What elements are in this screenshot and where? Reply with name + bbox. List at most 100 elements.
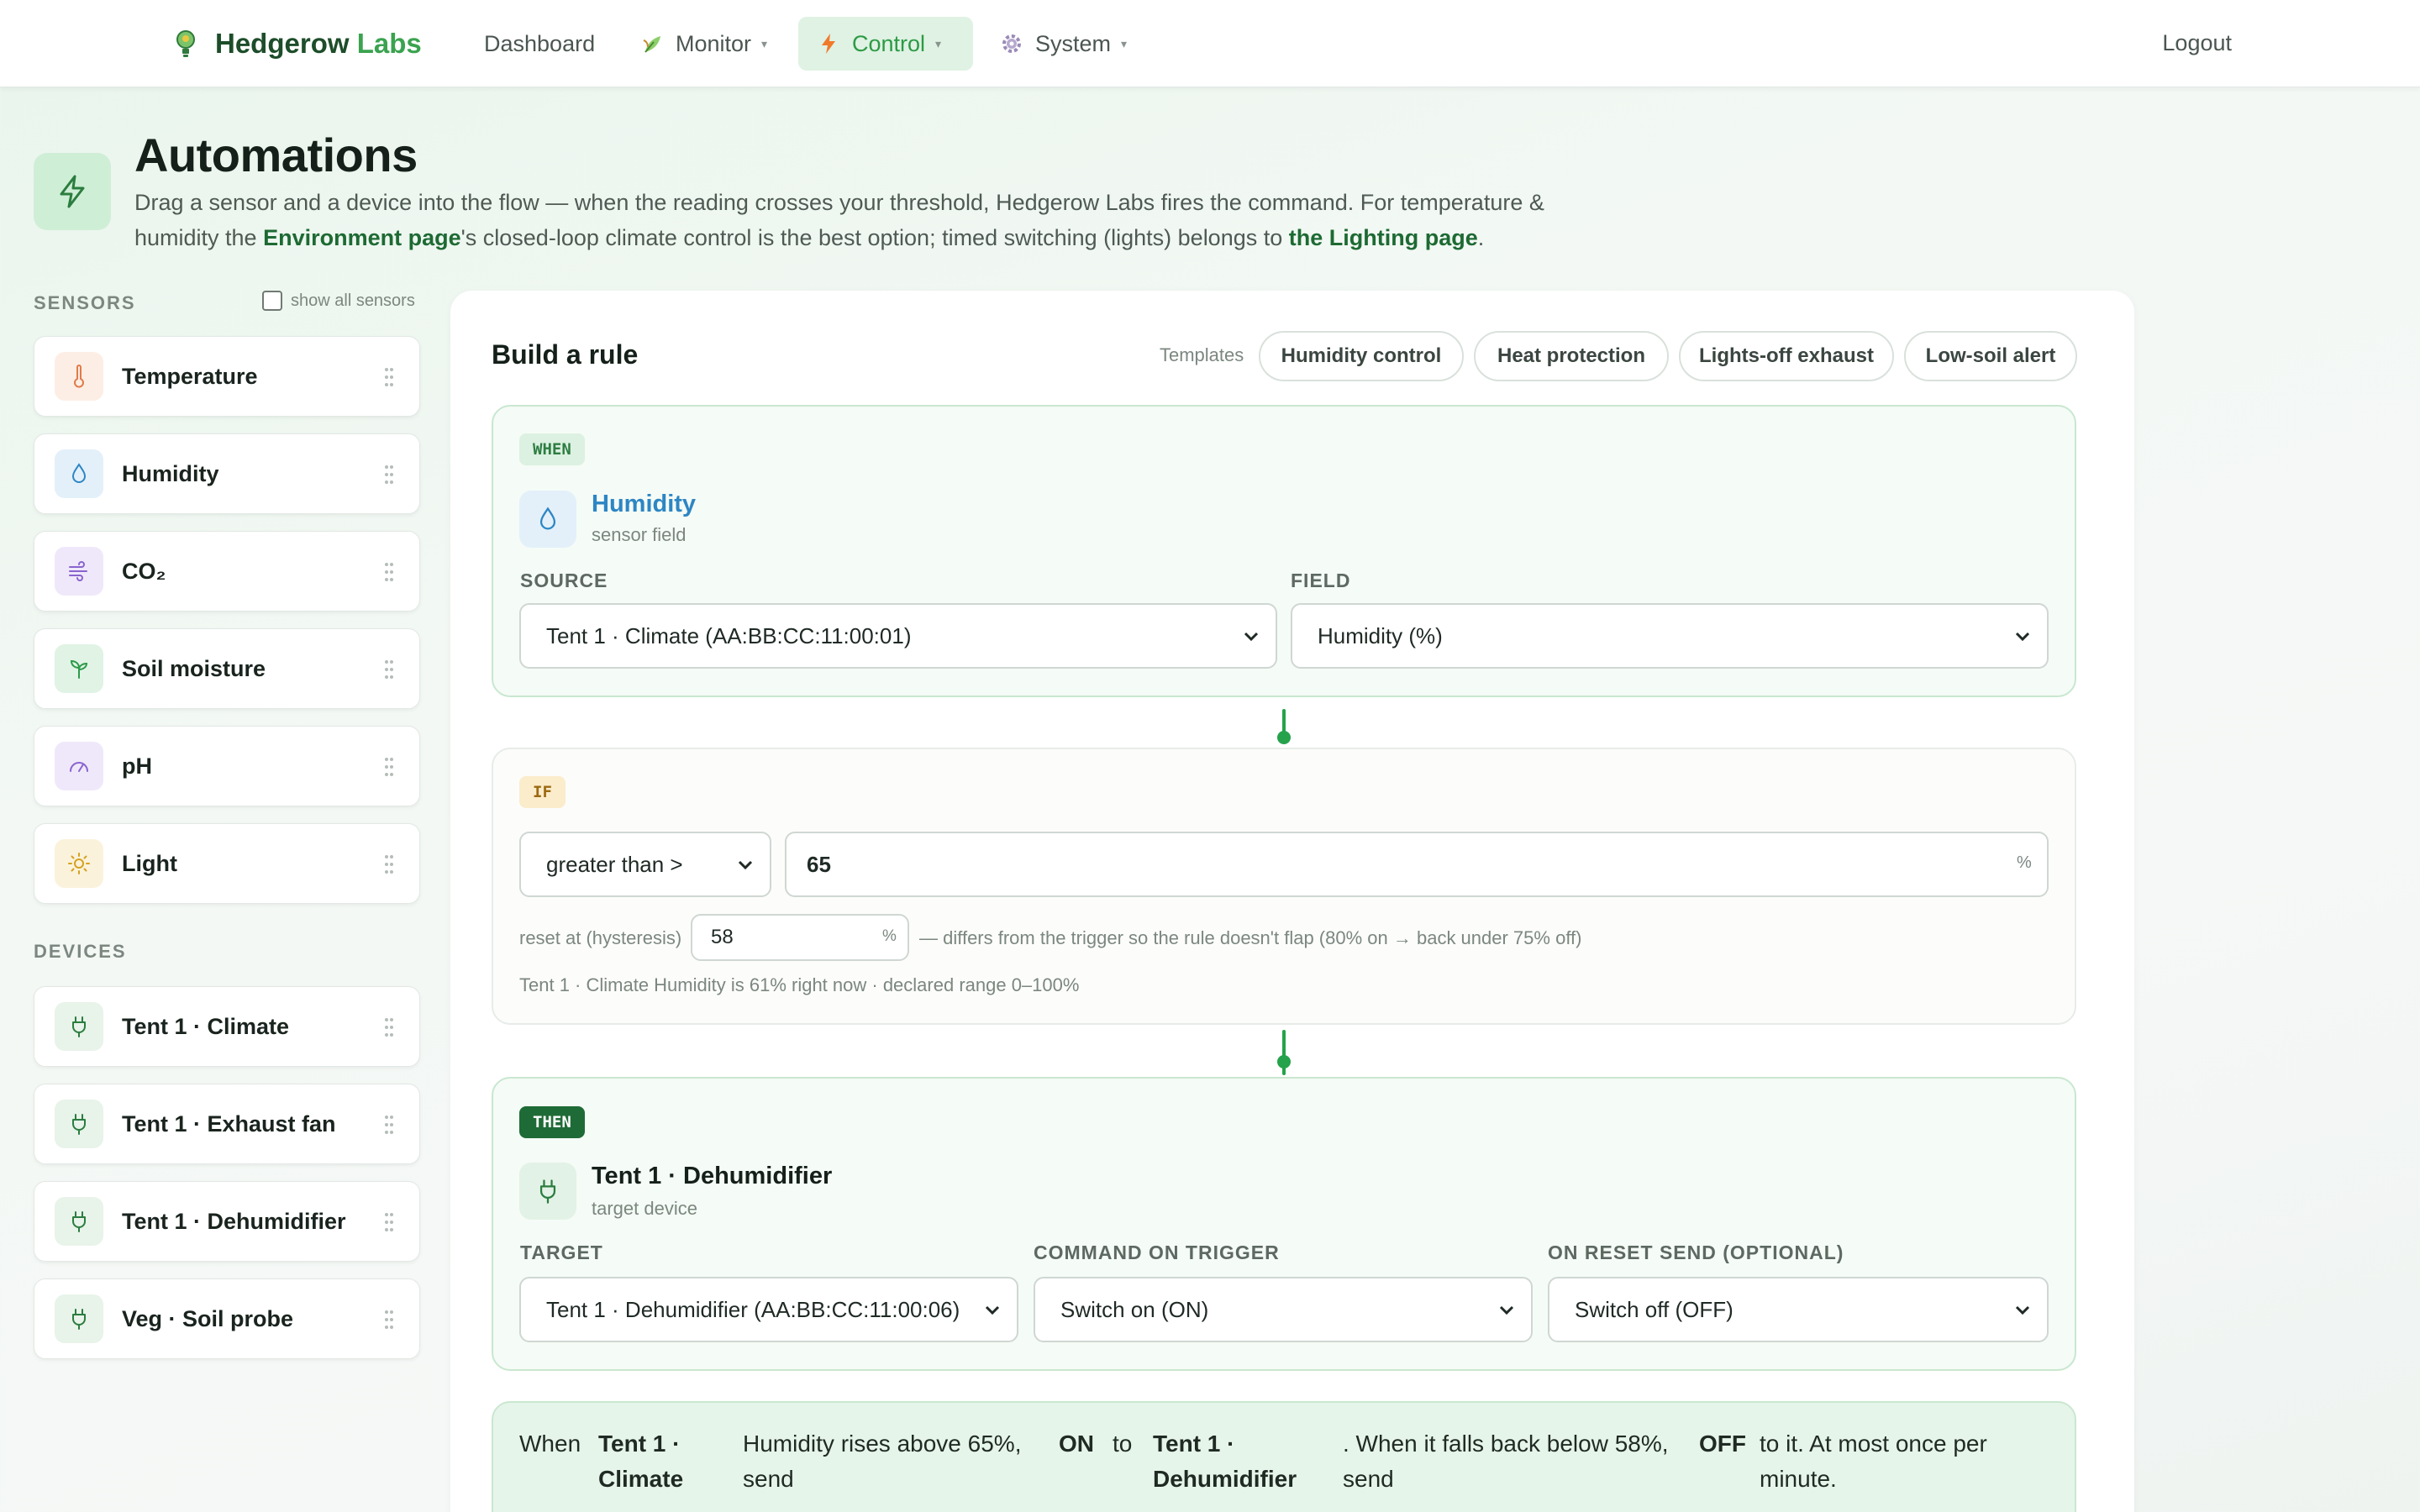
sensor-tile-humidity[interactable]: Humidity: [34, 433, 420, 514]
sensor-label: pH: [122, 753, 152, 779]
nav-monitor-label: Monitor: [676, 30, 752, 56]
sensors-heading: SENSORS: [34, 292, 136, 313]
build-rule-title: Build a rule: [492, 339, 639, 370]
environment-page-link[interactable]: Environment page: [263, 225, 461, 250]
then-device-sub: target device: [592, 1198, 697, 1219]
field-select-value: Humidity (%): [1318, 622, 1443, 648]
hysteresis-note: — differs from the trigger so the rule d…: [919, 927, 1582, 948]
nav-dashboard[interactable]: Dashboard: [466, 17, 613, 71]
device-label: Tent 1 · Climate: [122, 1013, 290, 1039]
top-navbar: Hedgerow Labs Dashboard Monitor ▾ Contro…: [0, 0, 2420, 87]
source-select[interactable]: Tent 1 · Climate (AA:BB:CC:11:00:01): [519, 603, 1277, 669]
on-reset-select[interactable]: Switch off (OFF): [1548, 1277, 2049, 1342]
sensor-tile-light[interactable]: Light: [34, 823, 420, 904]
summary-fall-line1: . When it falls back below 58%,: [1343, 1431, 1669, 1457]
sensor-tile-soil-moisture[interactable]: Soil moisture: [34, 628, 420, 709]
plug-icon: [519, 1163, 576, 1220]
templates-label: Templates: [1160, 344, 1244, 365]
device-tile-soil-probe[interactable]: Veg · Soil probe: [34, 1278, 420, 1359]
summary-fall-line2: send: [1343, 1466, 1394, 1492]
summary-device-line2: Dehumidifier: [1153, 1466, 1297, 1492]
sensor-label: CO₂: [122, 558, 166, 584]
page-title: Automations: [134, 129, 418, 181]
drag-handle-icon[interactable]: [384, 1212, 394, 1232]
show-all-checkbox[interactable]: [262, 291, 282, 311]
sensor-label: Temperature: [122, 363, 258, 389]
drag-handle-icon[interactable]: [384, 465, 394, 485]
template-humidity-control-button[interactable]: Humidity control: [1259, 331, 1464, 381]
field-select[interactable]: Humidity (%): [1291, 603, 2049, 669]
drag-handle-icon[interactable]: [384, 757, 394, 777]
template-low-soil-alert-button[interactable]: Low-soil alert: [1904, 331, 2077, 381]
summary-to: to: [1113, 1431, 1133, 1457]
then-badge: THEN: [519, 1106, 585, 1138]
automation-header-icon: [34, 153, 111, 230]
nav-control-label: Control: [852, 30, 926, 56]
drag-handle-icon[interactable]: [384, 562, 394, 582]
sensor-tile-ph[interactable]: pH: [34, 726, 420, 806]
summary-when: When: [519, 1431, 581, 1457]
chevron-down-icon: [1499, 1305, 1514, 1315]
command-select[interactable]: Switch on (ON): [1034, 1277, 1533, 1342]
drag-handle-icon[interactable]: [384, 367, 394, 387]
droplet-icon: [519, 491, 576, 548]
operator-select[interactable]: greater than >: [519, 832, 771, 897]
command-select-value: Switch on (ON): [1060, 1296, 1209, 1322]
hysteresis-unit: %: [882, 927, 897, 945]
sun-icon: [55, 839, 103, 888]
lighting-page-link[interactable]: the Lighting page: [1289, 225, 1478, 250]
device-label: Veg · Soil probe: [122, 1305, 294, 1331]
plug-icon: [55, 1002, 103, 1051]
nav-control[interactable]: Control ▾: [798, 17, 973, 71]
nav-system[interactable]: System ▾: [981, 17, 1145, 71]
wind-icon: [55, 547, 103, 596]
chevron-down-icon: ▾: [935, 36, 942, 50]
flow-connector: [1277, 1030, 1291, 1075]
summary-device-line1: Tent 1 ·: [1153, 1431, 1235, 1457]
hysteresis-value: 58: [711, 926, 734, 948]
gauge-icon: [55, 742, 103, 790]
hysteresis-input[interactable]: 58: [691, 914, 909, 961]
summary-on: ON: [1059, 1431, 1094, 1457]
drag-handle-icon[interactable]: [384, 1310, 394, 1330]
chevron-down-icon: [2015, 632, 2030, 642]
command-label: COMMAND ON TRIGGER: [1034, 1242, 1280, 1263]
show-all-sensors-toggle[interactable]: show all sensors: [262, 291, 415, 311]
plug-icon: [55, 1197, 103, 1246]
summary-condition-line2: send: [743, 1466, 794, 1492]
gear-icon: [1002, 34, 1021, 53]
threshold-unit: %: [2017, 853, 2032, 872]
leaf-icon: [643, 36, 660, 53]
nav-monitor[interactable]: Monitor ▾: [622, 17, 786, 71]
drag-handle-icon[interactable]: [384, 659, 394, 680]
sensor-label: Humidity: [122, 460, 219, 486]
chevron-down-icon: [1244, 632, 1259, 642]
device-tile-dehumidifier[interactable]: Tent 1 · Dehumidifier: [34, 1181, 420, 1262]
summary-condition-line1: Humidity rises above 65%,: [743, 1431, 1022, 1457]
sensor-tile-temperature[interactable]: Temperature: [34, 336, 420, 417]
chevron-down-icon: ▾: [761, 36, 768, 50]
drag-handle-icon[interactable]: [384, 1017, 394, 1037]
drag-handle-icon[interactable]: [384, 1115, 394, 1135]
sensor-label: Soil moisture: [122, 655, 266, 681]
drag-handle-icon[interactable]: [384, 854, 394, 874]
device-tile-exhaust-fan[interactable]: Tent 1 · Exhaust fan: [34, 1084, 420, 1164]
template-heat-protection-button[interactable]: Heat protection: [1474, 331, 1669, 381]
device-label: Tent 1 · Exhaust fan: [122, 1110, 336, 1137]
when-badge: WHEN: [519, 433, 585, 465]
page-description: Drag a sensor and a device into the flow…: [134, 190, 1544, 250]
target-select[interactable]: Tent 1 · Dehumidifier (AA:BB:CC:11:00:06…: [519, 1277, 1018, 1342]
on-reset-select-value: Switch off (OFF): [1575, 1296, 1733, 1322]
logout-link[interactable]: Logout: [2162, 30, 2232, 56]
brand-name: Hedgerow Labs: [215, 28, 422, 59]
hysteresis-label: reset at (hysteresis): [519, 927, 682, 948]
device-tile-climate[interactable]: Tent 1 · Climate: [34, 986, 420, 1067]
threshold-input[interactable]: 65: [785, 832, 2049, 897]
chevron-down-icon: [985, 1305, 1000, 1315]
template-lights-off-exhaust-button[interactable]: Lights-off exhaust: [1679, 331, 1894, 381]
sensor-label: Light: [122, 850, 177, 876]
operator-select-value: greater than >: [546, 851, 683, 877]
brand[interactable]: Hedgerow Labs: [173, 25, 422, 62]
summary-source-line2: Climate: [598, 1466, 684, 1492]
sensor-tile-co2[interactable]: CO₂: [34, 531, 420, 612]
